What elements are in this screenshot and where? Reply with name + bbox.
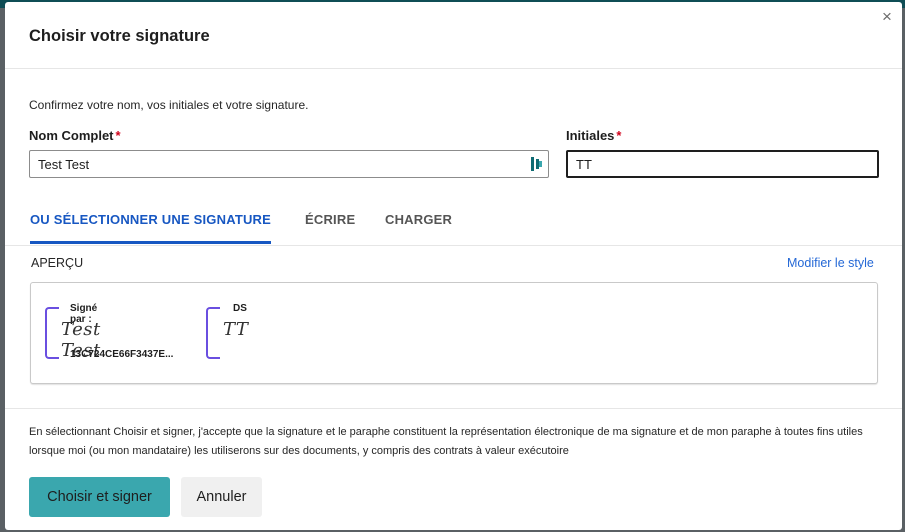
preview-label: APERÇU [31,256,84,270]
signature-id: 13C724CE66F3437E... [70,349,174,360]
initials-input[interactable] [566,150,879,178]
signature-dialog: Choisir votre signature × Confirmez votr… [5,2,902,530]
signature-preview-box[interactable]: Signé par : Test Test 13C724CE66F3437E..… [30,282,878,384]
full-name-input[interactable] [29,150,549,178]
initials-label: Initiales * [566,128,621,143]
signature-bracket [45,307,59,359]
password-manager-icon[interactable] [531,157,543,171]
tab-write[interactable]: ÉCRIRE [305,212,355,244]
dialog-header: Choisir votre signature [5,2,902,69]
close-icon[interactable]: × [879,8,895,25]
required-marker: * [616,128,622,143]
modify-style-link[interactable]: Modifier le style [787,256,874,270]
dialog-title: Choisir votre signature [29,27,210,45]
tab-upload[interactable]: CHARGER [385,212,452,244]
intro-text: Confirmez votre nom, vos initiales et vo… [29,98,309,112]
initials-preview-label: DS [233,303,247,314]
full-name-label: Nom Complet * [29,128,121,143]
required-marker: * [115,128,121,143]
choose-and-sign-button[interactable]: Choisir et signer [29,477,170,517]
initials-script: TT [223,319,249,340]
signature-tabs: OU SÉLECTIONNER UNE SIGNATURE ÉCRIRE CHA… [5,202,902,246]
legal-disclaimer: En sélectionnant Choisir et signer, j'ac… [5,408,902,461]
initials-label-text: Initiales [566,128,615,143]
full-name-label-text: Nom Complet [29,128,114,143]
cancel-button[interactable]: Annuler [181,477,262,517]
tab-select-signature[interactable]: OU SÉLECTIONNER UNE SIGNATURE [30,212,272,244]
initials-bracket [206,307,220,359]
